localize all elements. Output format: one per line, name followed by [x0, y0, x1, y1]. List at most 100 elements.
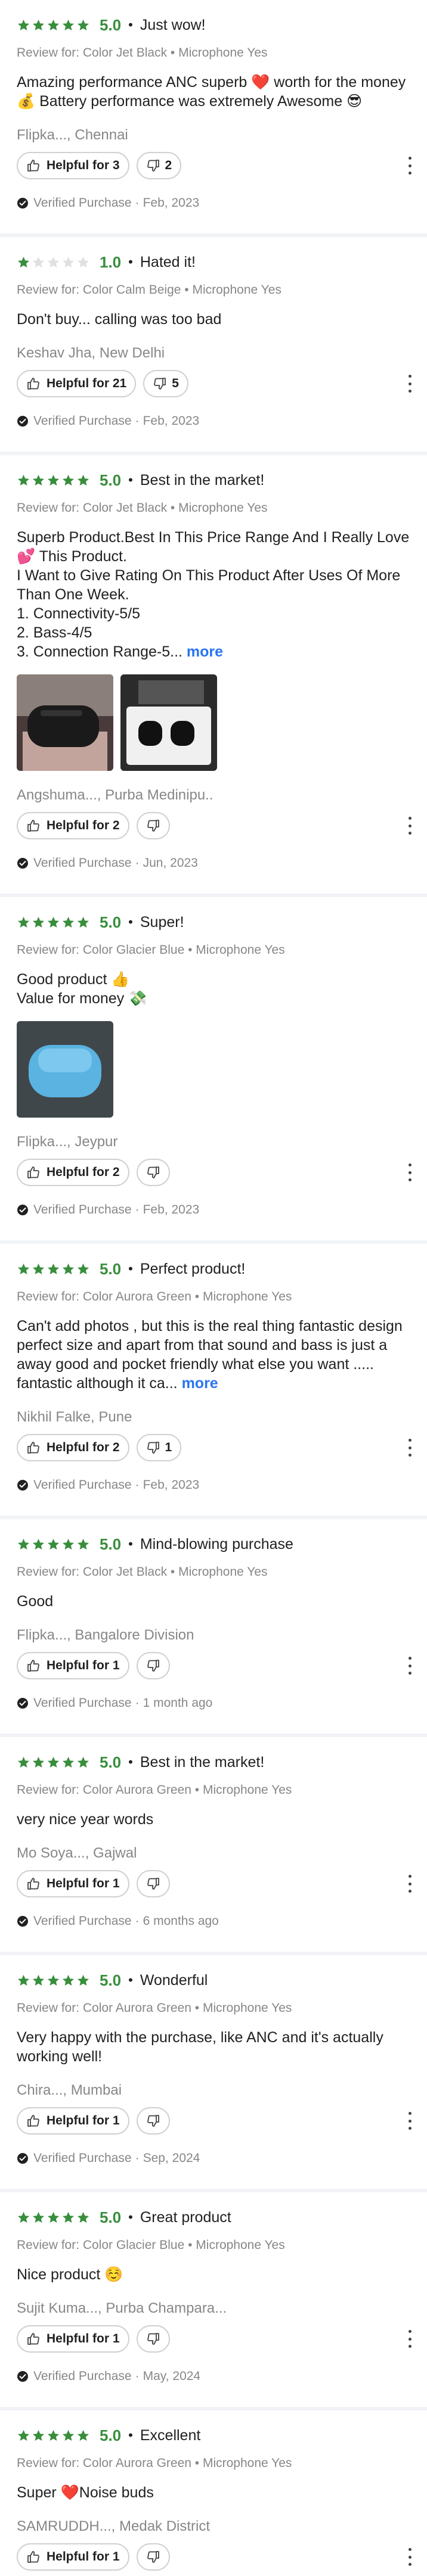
star-rating	[17, 474, 91, 487]
review-header: 5.0 • Best in the market!	[17, 469, 410, 491]
review-card: 5.0 • Mind-blowing purchase Review for: Col…	[0, 1519, 427, 1737]
thumbs-down-icon	[146, 1165, 160, 1180]
helpful-label: Helpful for 1	[47, 2550, 120, 2563]
review-header: 5.0 • Super!	[17, 911, 410, 933]
verified-label: Verified Purchase	[33, 856, 132, 870]
helpful-button[interactable]: Helpful for 1	[17, 2325, 129, 2353]
review-date: May, 2024	[143, 2369, 201, 2383]
review-actions: Helpful for 2 1	[17, 1432, 413, 1463]
review-card: 5.0 • Just wow! Review for: Color Jet Black…	[0, 0, 427, 237]
not-helpful-button[interactable]	[136, 1159, 170, 1186]
review-actions: Helpful for 1	[17, 1650, 413, 1681]
review-photo[interactable]	[17, 1021, 113, 1118]
more-options-icon[interactable]	[407, 157, 413, 175]
review-date: Jun, 2023	[143, 856, 198, 870]
review-card: 1.0 • Hated it! Review for: Color Calm Beig…	[0, 237, 427, 455]
star-icon	[32, 1756, 45, 1769]
card-spacer	[17, 2572, 410, 2576]
review-body: Can't add photos , but this is the real …	[17, 1317, 410, 1393]
helpful-label: Helpful for 3	[47, 158, 120, 172]
verified-label: Verified Purchase	[33, 2369, 132, 2383]
helpful-button[interactable]: Helpful for 1	[17, 2543, 129, 2571]
verified-label: Verified Purchase	[33, 196, 132, 210]
review-card: 5.0 • Wonderful Review for: Color Aurora Gr…	[0, 1955, 427, 2192]
thumbs-up-icon	[26, 1877, 41, 1891]
separator-dot: ·	[135, 414, 140, 428]
review-title: Perfect product!	[140, 1260, 246, 1277]
review-card: 5.0 • Super! Review for: Color Glacier Blue…	[0, 897, 427, 1244]
review-actions: Helpful for 1	[17, 2105, 413, 2136]
review-title: Best in the market!	[140, 471, 265, 489]
helpful-button[interactable]: Helpful for 21	[17, 370, 137, 397]
review-title: Great product	[140, 2208, 231, 2226]
verified-purchase: Verified Purchase · Feb, 2023	[17, 1476, 410, 1494]
helpful-button[interactable]: Helpful for 2	[17, 812, 129, 839]
card-spacer	[17, 1219, 410, 1240]
star-icon	[76, 1756, 90, 1769]
review-date: Feb, 2023	[143, 1478, 200, 1492]
more-options-icon[interactable]	[407, 2112, 413, 2130]
not-helpful-button[interactable]: 1	[136, 1434, 182, 1461]
review-text: Nice product ☺️	[17, 2266, 123, 2283]
helpful-button[interactable]: Helpful for 1	[17, 1870, 129, 1897]
review-date: 1 month ago	[143, 1696, 213, 1710]
review-date: Sep, 2024	[143, 2151, 200, 2165]
review-variant: Review for: Color Aurora Green • Microph…	[17, 2456, 292, 2470]
helpful-button[interactable]: Helpful for 3	[17, 152, 129, 179]
star-icon	[76, 2211, 90, 2225]
helpful-button[interactable]: Helpful for 2	[17, 1434, 129, 1461]
review-date: Feb, 2023	[143, 1203, 200, 1217]
review-header: 5.0 • Wonderful	[17, 1970, 410, 1991]
not-helpful-button[interactable]: 2	[136, 152, 182, 179]
not-helpful-button[interactable]	[136, 2107, 170, 2135]
thumbs-up-icon	[26, 2332, 41, 2346]
more-options-icon[interactable]	[407, 1657, 413, 1675]
verified-label: Verified Purchase	[33, 1696, 132, 1710]
star-rating	[17, 916, 91, 929]
review-variant: Review for: Color Glacier Blue • Microph…	[17, 943, 285, 957]
not-helpful-button[interactable]	[136, 1870, 170, 1897]
verified-check-icon	[17, 1479, 29, 1491]
star-icon	[17, 2429, 30, 2443]
not-helpful-button[interactable]	[136, 2325, 170, 2353]
card-spacer	[17, 430, 410, 452]
helpful-label: Helpful for 2	[47, 1165, 120, 1179]
helpful-button[interactable]: Helpful for 1	[17, 2107, 129, 2135]
star-icon	[47, 2211, 60, 2225]
helpful-label: Helpful for 2	[47, 1441, 120, 1454]
separator-dot: •	[128, 1261, 133, 1276]
more-options-icon[interactable]	[407, 817, 413, 835]
not-helpful-button[interactable]	[136, 812, 170, 839]
separator-dot: •	[128, 17, 133, 32]
more-options-icon[interactable]	[407, 1163, 413, 1181]
star-icon	[61, 2429, 75, 2443]
read-more-link[interactable]: more	[182, 1375, 218, 1392]
review-title: Best in the market!	[140, 1753, 265, 1771]
not-helpful-button[interactable]: 5	[143, 370, 188, 397]
star-icon	[61, 2211, 75, 2225]
star-icon	[17, 1974, 30, 1987]
card-spacer	[17, 872, 410, 894]
more-options-icon[interactable]	[407, 2548, 413, 2566]
review-card: 5.0 • Perfect product! Review for: Color Au…	[0, 1244, 427, 1519]
rating-value: 5.0	[100, 2426, 122, 2444]
more-options-icon[interactable]	[407, 1875, 413, 1893]
verified-purchase: Verified Purchase · Feb, 2023	[17, 412, 410, 430]
read-more-link[interactable]: more	[187, 643, 223, 660]
thumbs-down-icon	[146, 2114, 160, 2128]
review-author: Angshuma..., Purba Medinipu..	[17, 787, 214, 803]
review-photo[interactable]	[17, 674, 113, 771]
helpful-button[interactable]: Helpful for 2	[17, 1159, 129, 1186]
star-icon	[32, 474, 45, 487]
more-options-icon[interactable]	[407, 375, 413, 393]
not-helpful-button[interactable]	[136, 2543, 170, 2571]
star-rating	[17, 2429, 91, 2443]
not-helpful-button[interactable]	[136, 1652, 170, 1679]
more-options-icon[interactable]	[407, 2330, 413, 2348]
star-icon	[32, 18, 45, 32]
more-options-icon[interactable]	[407, 1439, 413, 1457]
card-spacer	[17, 1494, 410, 1516]
helpful-button[interactable]: Helpful for 1	[17, 1652, 129, 1679]
review-photo[interactable]	[120, 674, 217, 771]
star-icon	[76, 18, 90, 32]
